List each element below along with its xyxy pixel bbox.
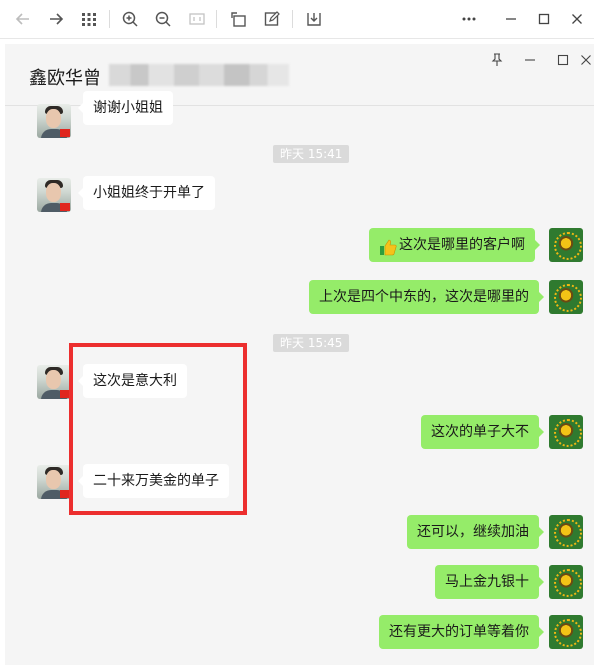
close-icon[interactable] (576, 50, 594, 70)
chat-window: 鑫欧华曾 谢谢小姐姐 昨天 15:41 小姐姐终于开单了 这次是哪里的客户啊 上… (5, 44, 594, 665)
my-avatar[interactable] (549, 280, 583, 314)
message-bubble-outgoing[interactable]: 这次是哪里的客户啊 (369, 228, 540, 262)
maximize-icon[interactable] (553, 50, 573, 70)
minimize-icon[interactable] (500, 8, 522, 30)
my-avatar[interactable] (549, 565, 583, 599)
timestamp: 昨天 15:41 (273, 145, 350, 163)
contact-avatar[interactable] (37, 178, 71, 212)
timestamp: 昨天 15:45 (273, 334, 350, 352)
download-icon[interactable] (303, 8, 325, 30)
more-icon[interactable] (458, 8, 480, 30)
zoom-in-icon[interactable] (119, 8, 141, 30)
message-bubble-incoming[interactable]: 小姐姐终于开单了 (78, 176, 215, 210)
pin-icon[interactable] (487, 50, 507, 70)
minimize-icon[interactable] (520, 50, 540, 70)
message-text: 这次是哪里的客户啊 (399, 237, 525, 253)
toolbar-divider (109, 10, 110, 28)
forward-arrow-icon[interactable] (45, 8, 67, 30)
message-bubble-outgoing[interactable]: 这次的单子大不 (421, 415, 544, 449)
my-avatar[interactable] (549, 515, 583, 549)
contact-avatar[interactable] (37, 465, 71, 499)
viewer-toolbar (0, 0, 594, 39)
my-avatar[interactable] (549, 415, 583, 449)
back-arrow-icon[interactable] (12, 8, 34, 30)
fit-icon[interactable] (186, 8, 208, 30)
toolbar-divider (292, 10, 293, 28)
message-bubble-outgoing[interactable]: 马上金九银十 (435, 565, 544, 599)
close-icon[interactable] (566, 8, 588, 30)
message-bubble-incoming[interactable]: 二十来万美金的单子 (78, 464, 229, 498)
message-bubble-incoming[interactable]: 谢谢小姐姐 (78, 91, 173, 125)
grid-icon[interactable] (78, 8, 100, 30)
chat-title: 鑫欧华曾 (29, 68, 101, 89)
message-bubble-outgoing[interactable]: 还有更大的订单等着你 (379, 615, 544, 649)
thumbs-up-emoji-icon (379, 235, 397, 256)
redacted-name-blur (109, 64, 289, 86)
rotate-icon[interactable] (228, 8, 250, 30)
edit-icon[interactable] (261, 8, 283, 30)
toolbar-divider (216, 10, 217, 28)
my-avatar[interactable] (549, 615, 583, 649)
zoom-out-icon[interactable] (152, 8, 174, 30)
my-avatar[interactable] (549, 228, 583, 262)
contact-avatar[interactable] (37, 365, 71, 399)
message-list[interactable]: 谢谢小姐姐 昨天 15:41 小姐姐终于开单了 这次是哪里的客户啊 上次是四个中… (5, 91, 594, 665)
maximize-icon[interactable] (533, 8, 555, 30)
contact-avatar[interactable] (37, 104, 71, 138)
message-bubble-incoming[interactable]: 这次是意大利 (78, 364, 187, 398)
message-bubble-outgoing[interactable]: 上次是四个中东的，这次是哪里的 (309, 280, 544, 314)
message-bubble-outgoing[interactable]: 还可以，继续加油 (407, 515, 544, 549)
